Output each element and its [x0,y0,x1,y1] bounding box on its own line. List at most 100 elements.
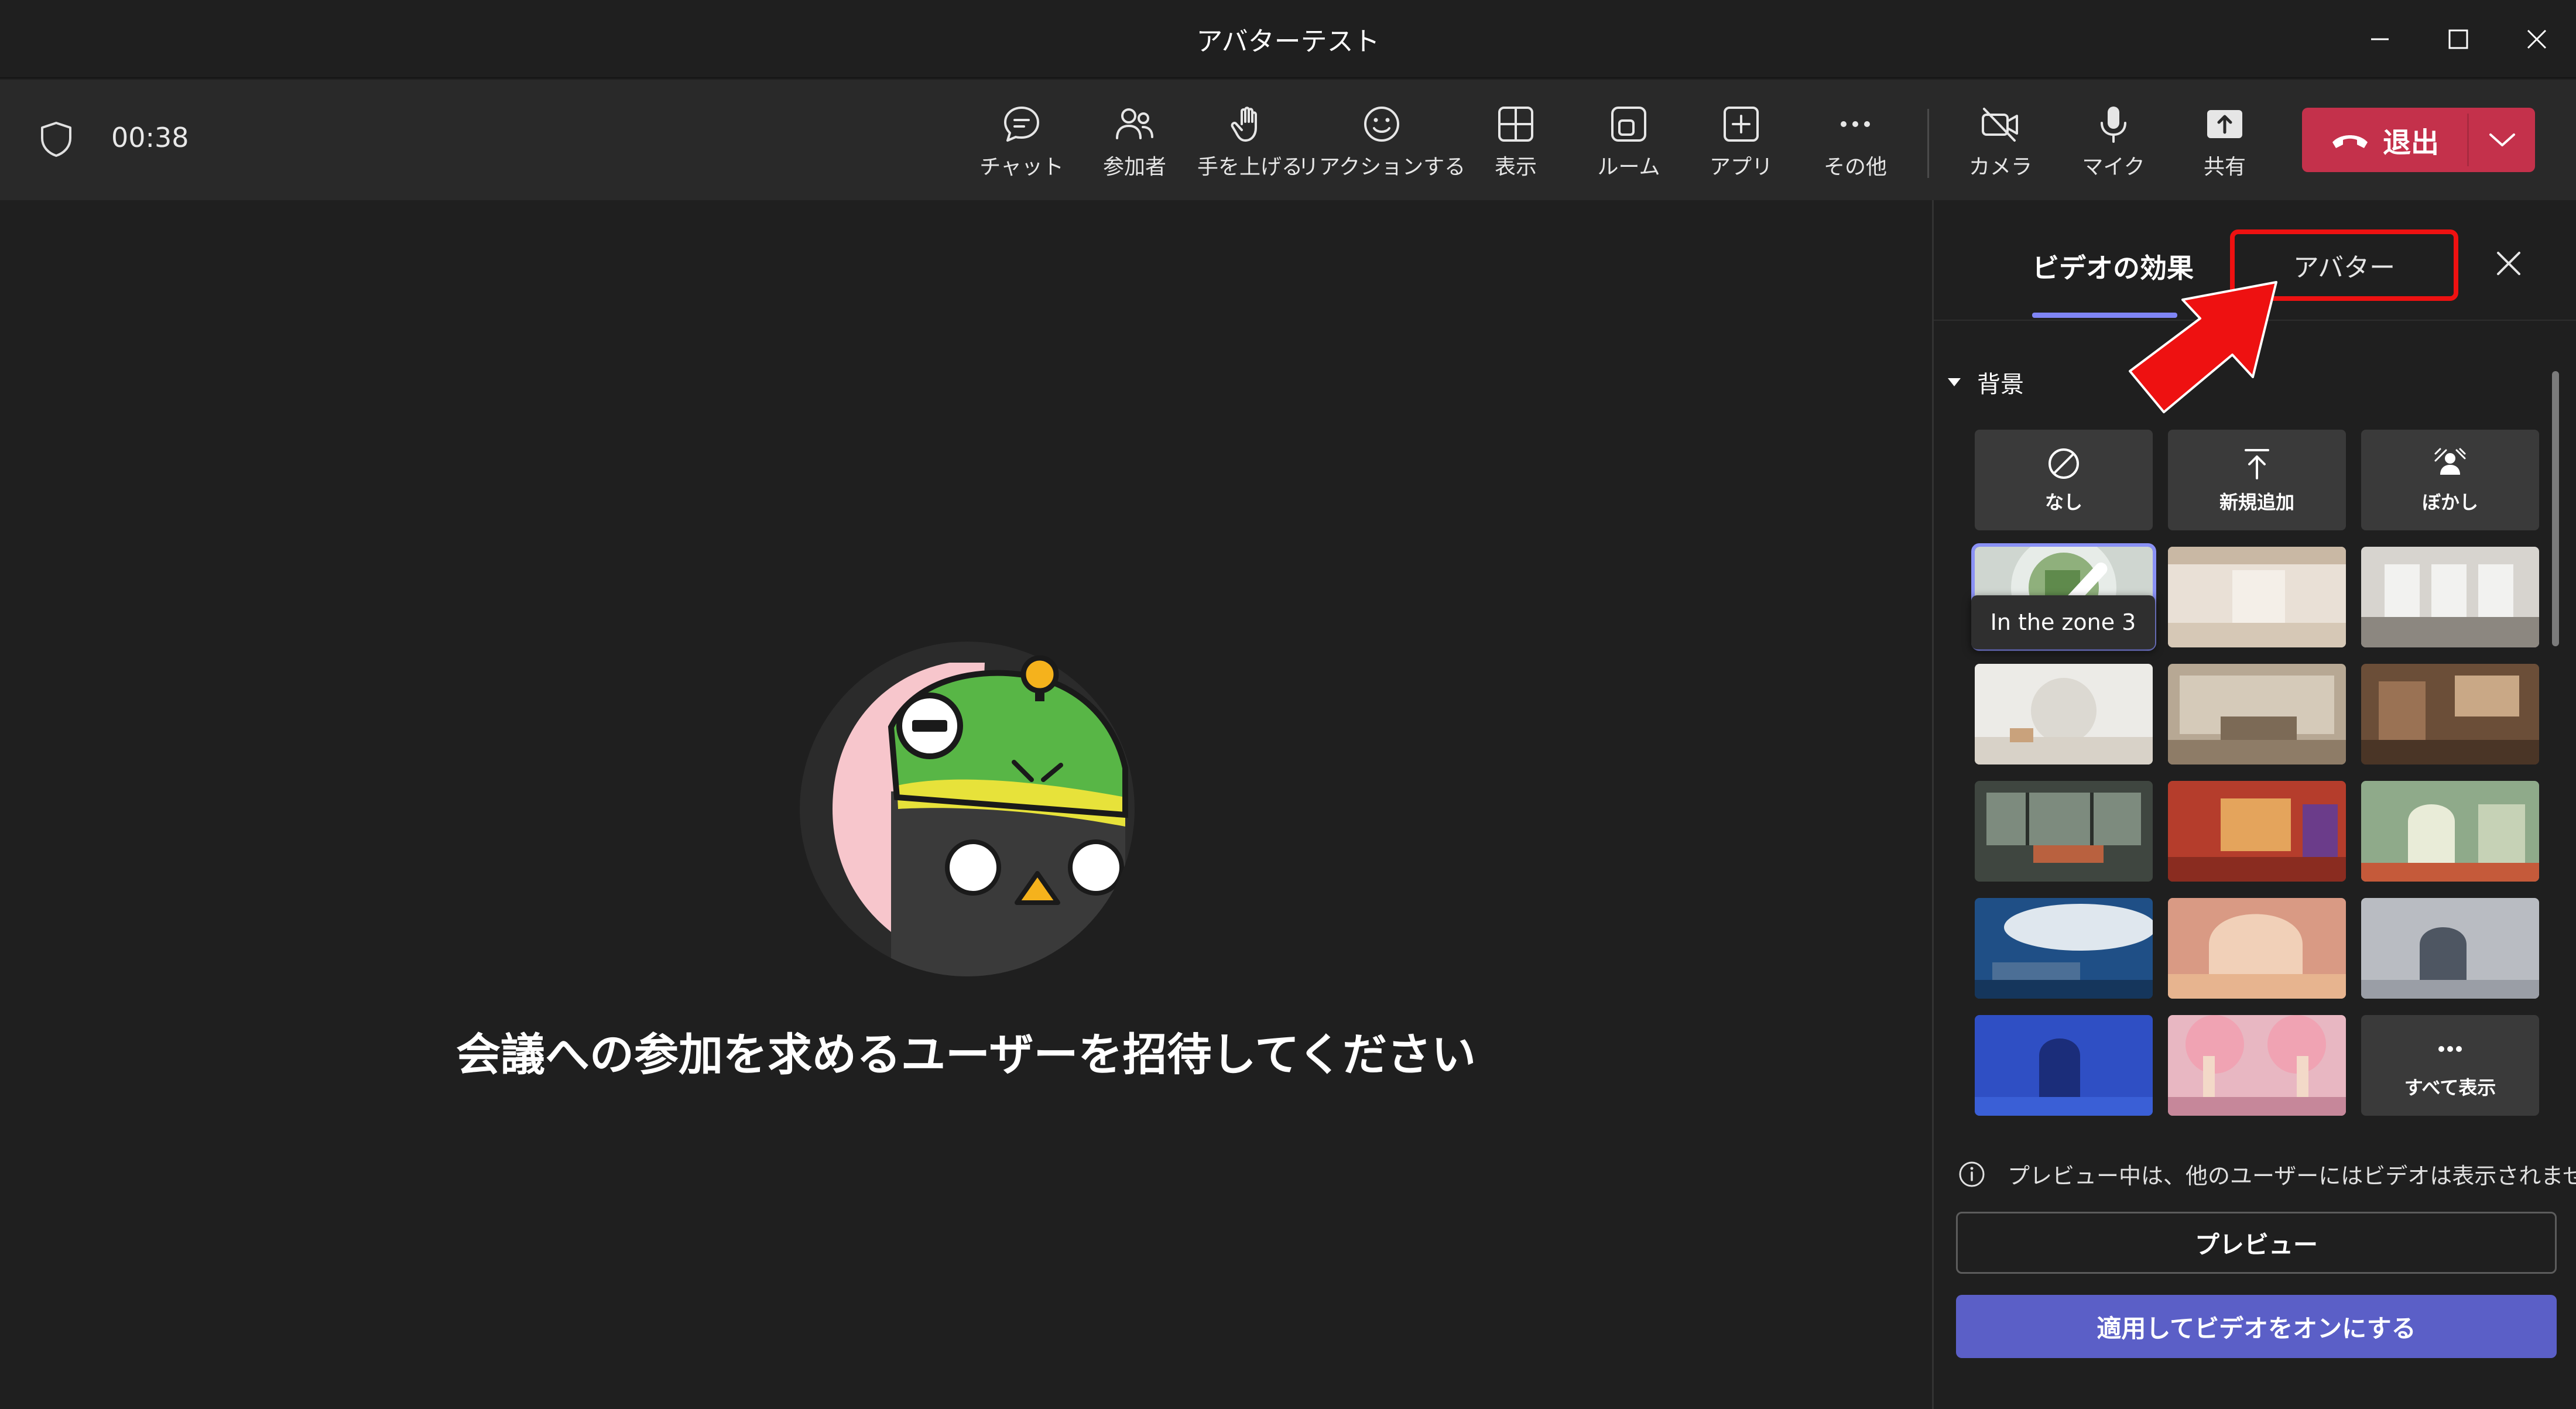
background-thumbnail[interactable] [2168,898,2346,999]
background-option-add-new[interactable]: 新規追加 [2168,430,2346,530]
info-text: プレビュー中は、他のユーザーにはビデオは表示されません。 [2008,1163,2576,1189]
minimize-icon [2371,38,2389,40]
rooms-label: ルーム [1597,155,1660,179]
background-thumbnail[interactable] [2361,664,2539,765]
more-label: その他 [1823,155,1887,179]
background-image [2168,547,2346,647]
background-thumbnail[interactable] [1975,1015,2153,1116]
more-icon [2438,1046,2462,1052]
share-icon [2207,110,2242,138]
raise-hand-icon [1231,107,1257,142]
title-bar: アバターテスト [0,0,2576,78]
background-thumbnail[interactable] [2168,664,2346,765]
background-image [1975,1015,2153,1116]
add-app-icon [1724,107,1759,142]
background-image [2361,898,2539,999]
camera-off-icon [1982,108,2018,142]
background-tooltip: In the zone 3 [1971,595,2155,649]
participants-button[interactable]: 参加者 [1099,102,1170,184]
rooms-button[interactable]: ルーム [1594,102,1664,184]
background-image [1975,781,2153,882]
show-all-label: すべて表示 [2404,1077,2496,1099]
invite-message: 会議への参加を求めるユーザーを招待してください [456,1029,1476,1081]
background-image [2361,547,2539,647]
mic-label: マイク [2082,155,2145,179]
background-thumbnail[interactable] [1975,898,2153,999]
background-option-blur[interactable]: ぼかし [2361,430,2539,530]
apps-label: アプリ [1709,155,1773,179]
background-thumbnail[interactable] [2361,781,2539,882]
reactions-label: リアクションする [1297,155,1466,179]
meeting-stage: 会議への参加を求めるユーザーを招待してください [0,200,1932,1409]
window-title: アバターテスト [1196,25,1380,57]
background-thumbnail[interactable] [2168,1015,2346,1116]
option-add-new-label: 新規追加 [2219,491,2294,513]
raise-hand-button[interactable]: 手を上げる [1197,102,1303,184]
tooltip-text: In the zone 3 [1990,609,2136,635]
reactions-button[interactable]: リアクションする [1298,102,1465,184]
background-thumbnail[interactable] [1975,664,2153,765]
apps-button[interactable]: アプリ [1706,102,1776,184]
apply-and-turn-on-video-button[interactable]: 適用してビデオをオンにする [1956,1295,2557,1358]
apply-button-label: 適用してビデオをオンにする [2097,1314,2416,1343]
preview-button[interactable]: プレビュー [1956,1212,2557,1274]
background-image [2168,898,2346,999]
view-label: 表示 [1494,155,1537,179]
background-thumbnail[interactable] [2361,547,2539,647]
raise-hand-label: 手を上げる [1197,155,1303,179]
show-all-backgrounds-button[interactable]: すべて表示 [2361,1015,2539,1116]
hang-up-icon [2332,135,2368,148]
chat-button[interactable]: チャット [979,102,1064,184]
leave-label: 退出 [2382,126,2439,159]
meeting-timer: 00:38 [111,122,189,153]
background-thumbnail[interactable] [2168,781,2346,882]
toolbar-divider [1927,109,1929,178]
background-image [2361,664,2539,765]
background-section-title: 背景 [1977,371,2024,398]
background-image [2168,1015,2346,1116]
minimize-button[interactable] [2341,0,2419,78]
smiley-icon [1364,107,1399,142]
preview-button-label: プレビュー [2194,1230,2318,1259]
window-controls [2341,0,2576,78]
camera-button[interactable]: カメラ [1965,102,2036,184]
grid-view-icon [1498,107,1533,142]
maximize-button[interactable] [2419,0,2498,78]
close-panel-icon[interactable] [2492,247,2525,280]
leave-button[interactable]: 退出 [2302,108,2467,172]
collapse-caret-icon [1948,378,1961,386]
camera-label: カメラ [1968,155,2032,179]
panel-scrollbar[interactable] [2552,371,2559,646]
avatar-illustration [800,642,1135,976]
background-option-none[interactable]: なし [1975,430,2153,530]
close-window-button[interactable] [2498,0,2576,78]
close-icon [2527,29,2547,49]
none-icon [2049,448,2079,479]
people-icon [1116,108,1153,139]
chat-label: チャット [979,155,1064,179]
mic-button[interactable]: マイク [2078,102,2149,184]
background-image [1975,898,2153,999]
more-button[interactable]: その他 [1817,102,1893,184]
participants-label: 参加者 [1102,155,1166,179]
rooms-icon [1611,107,1646,142]
background-thumbnail[interactable] [2361,898,2539,999]
tab-avatar-label: アバター [2293,253,2396,283]
background-section-header[interactable]: 背景 [1948,365,2024,399]
background-thumbnail[interactable] [1975,781,2153,882]
meeting-toolbar: 00:38 チャット 参加者 手を上げる リアクションする 表示 ルーム アプリ… [0,80,2576,200]
background-image [2168,664,2346,765]
share-button[interactable]: 共有 [2190,102,2260,184]
video-effects-panel: ビデオの効果 アバター 背景 なし 新規追加 ぼかし すべて表示 In the … [1932,200,2576,1409]
blur-icon [2434,448,2466,475]
leave-button-group: 退出 [2302,108,2535,172]
view-button[interactable]: 表示 [1484,102,1548,184]
leave-options-button[interactable] [2469,108,2535,172]
preview-info: プレビュー中は、他のユーザーにはビデオは表示されません。 [1957,1158,2576,1190]
chevron-down-icon [2489,133,2515,146]
info-icon [1959,1161,1985,1187]
background-thumbnail[interactable] [2168,547,2346,647]
shield-icon [41,122,71,157]
upload-icon [2245,449,2269,479]
chat-icon [1004,107,1039,142]
